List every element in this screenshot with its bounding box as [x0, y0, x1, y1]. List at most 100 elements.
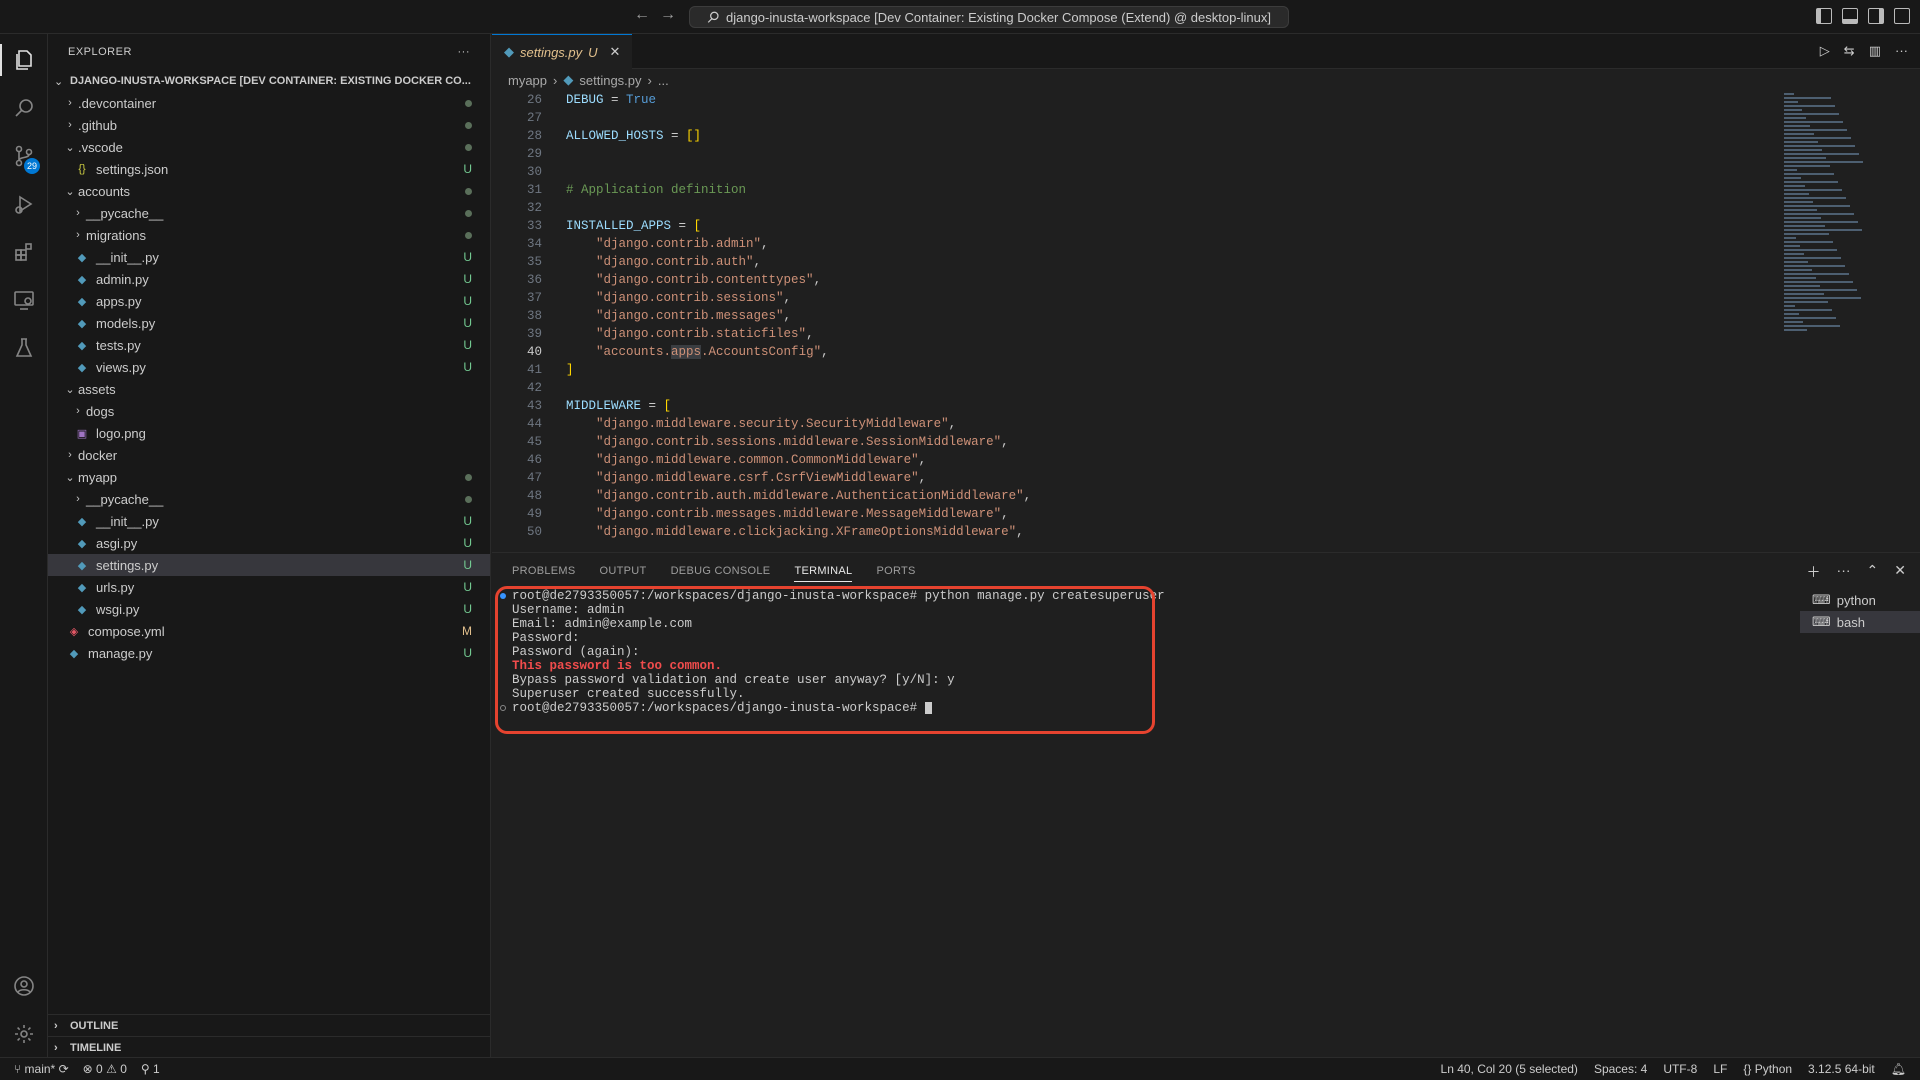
close-icon[interactable]: ✕ — [610, 44, 621, 60]
tab-output[interactable]: OUTPUT — [600, 565, 647, 577]
branch-status[interactable]: ⑂ main* ⟳ — [14, 1062, 69, 1076]
toggle-secondary-sidebar-icon[interactable] — [1868, 8, 1884, 24]
code-line[interactable]: 48 "django.contrib.auth.middleware.Authe… — [492, 487, 1792, 505]
run-debug-icon[interactable] — [0, 180, 48, 228]
code-line[interactable]: 27 — [492, 109, 1792, 127]
tree-item[interactable]: ◆ __init__.py U — [48, 246, 490, 268]
code-line[interactable]: 31 # Application definition — [492, 181, 1792, 199]
breadcrumb-item[interactable]: settings.py — [579, 73, 641, 88]
code-line[interactable]: 44 "django.middleware.security.SecurityM… — [492, 415, 1792, 433]
tree-item[interactable]: ◆ admin.py U — [48, 268, 490, 290]
tree-item[interactable]: ⌄ myapp — [48, 466, 490, 488]
code-editor[interactable]: 26 DEBUG = True 27 28 ALLOWED_HOSTS = [] 29 30… — [492, 91, 1792, 541]
toggle-panel-icon[interactable] — [1842, 8, 1858, 24]
tree-item[interactable]: ⌄ .vscode — [48, 136, 490, 158]
command-center[interactable]: django-inusta-workspace [Dev Container: … — [689, 6, 1289, 28]
toggle-primary-sidebar-icon[interactable] — [1816, 8, 1832, 24]
language-mode[interactable]: {} Python — [1743, 1062, 1792, 1076]
notifications-bell-icon[interactable]: 🔔︎ — [1891, 1062, 1906, 1076]
tree-item[interactable]: ◆ wsgi.py U — [48, 598, 490, 620]
tree-item[interactable]: ◆ __init__.py U — [48, 510, 490, 532]
tree-item[interactable]: ◆ manage.py U — [48, 642, 490, 664]
new-terminal-icon[interactable]: ＋ — [1807, 562, 1821, 582]
tree-item[interactable]: {} settings.json U — [48, 158, 490, 180]
code-line[interactable]: 39 "django.contrib.staticfiles", — [492, 325, 1792, 343]
code-line[interactable]: 41] — [492, 361, 1792, 379]
tree-item[interactable]: ◆ urls.py U — [48, 576, 490, 598]
accounts-icon[interactable] — [0, 962, 48, 1010]
encoding[interactable]: UTF-8 — [1663, 1062, 1697, 1076]
code-line[interactable]: 30 — [492, 163, 1792, 181]
line-endings[interactable]: LF — [1713, 1062, 1727, 1076]
code-line[interactable]: 49 "django.contrib.messages.middleware.M… — [492, 505, 1792, 523]
testing-icon[interactable] — [0, 324, 48, 372]
open-changes-icon[interactable]: ⇆ — [1844, 43, 1855, 59]
source-control-icon[interactable]: 29 — [0, 132, 48, 180]
code-line[interactable]: 28 ALLOWED_HOSTS = [] — [492, 127, 1792, 145]
more-actions-icon[interactable]: ··· — [1895, 43, 1908, 59]
tree-item[interactable]: › dogs — [48, 400, 490, 422]
tree-item[interactable]: ◆ tests.py U — [48, 334, 490, 356]
code-line[interactable]: 40 "accounts.apps.AccountsConfig", — [492, 343, 1792, 361]
back-button[interactable]: ← — [634, 6, 650, 24]
code-line[interactable]: 26 DEBUG = True — [492, 91, 1792, 109]
explorer-more-button[interactable]: ··· — [458, 46, 471, 58]
tree-item[interactable]: ▣ logo.png — [48, 422, 490, 444]
code-line[interactable]: 35 "django.contrib.auth", — [492, 253, 1792, 271]
tree-item[interactable]: ◈ compose.yml M — [48, 620, 490, 642]
outline-section[interactable]: › OUTLINE — [48, 1014, 491, 1036]
split-editor-icon[interactable]: ▥ — [1869, 43, 1881, 59]
tree-item[interactable]: ◆ apps.py U — [48, 290, 490, 312]
tree-item[interactable]: ◆ settings.py U — [48, 554, 490, 576]
breadcrumb-item[interactable]: myapp — [508, 73, 547, 88]
code-line[interactable]: 46 "django.middleware.common.CommonMiddl… — [492, 451, 1792, 469]
python-interpreter[interactable]: 3.12.5 64-bit — [1808, 1062, 1875, 1076]
tree-item[interactable]: ⌄ accounts — [48, 180, 490, 202]
tree-item[interactable]: ◆ views.py U — [48, 356, 490, 378]
tree-item[interactable]: ⌄ assets — [48, 378, 490, 400]
breadcrumb-item[interactable]: ... — [658, 73, 669, 88]
code-line[interactable]: 32 — [492, 199, 1792, 217]
code-line[interactable]: 45 "django.contrib.sessions.middleware.S… — [492, 433, 1792, 451]
customize-layout-icon[interactable] — [1894, 8, 1910, 24]
cursor-position[interactable]: Ln 40, Col 20 (5 selected) — [1441, 1062, 1578, 1076]
tree-item[interactable]: › __pycache__ — [48, 488, 490, 510]
code-line[interactable]: 34 "django.contrib.admin", — [492, 235, 1792, 253]
tree-item[interactable]: › __pycache__ — [48, 202, 490, 224]
code-line[interactable]: 38 "django.contrib.messages", — [492, 307, 1792, 325]
tree-item[interactable]: ◆ models.py U — [48, 312, 490, 334]
code-line[interactable]: 36 "django.contrib.contenttypes", — [492, 271, 1792, 289]
run-python-file-icon[interactable]: ▷ — [1820, 43, 1830, 59]
terminal-instance[interactable]: ⌨︎ bash — [1800, 611, 1920, 633]
code-line[interactable]: 50 "django.middleware.clickjacking.XFram… — [492, 523, 1792, 541]
code-line[interactable]: 29 — [492, 145, 1792, 163]
tab-terminal[interactable]: TERMINAL — [794, 565, 853, 582]
more-actions-icon[interactable]: ··· — [1837, 562, 1851, 582]
indentation[interactable]: Spaces: 4 — [1594, 1062, 1647, 1076]
settings-gear-icon[interactable] — [0, 1010, 48, 1058]
tab-problems[interactable]: PROBLEMS — [512, 565, 576, 577]
code-line[interactable]: 33 INSTALLED_APPS = [ — [492, 217, 1792, 235]
code-line[interactable]: 42 — [492, 379, 1792, 397]
search-icon[interactable] — [0, 84, 48, 132]
problems-status[interactable]: ⊗ 0 ⚠ 0 — [83, 1062, 127, 1076]
tree-item[interactable]: ◆ asgi.py U — [48, 532, 490, 554]
forward-button[interactable]: → — [660, 6, 676, 24]
workspace-title[interactable]: ⌄ DJANGO-INUSTA-WORKSPACE [DEV CONTAINER… — [48, 70, 490, 92]
extensions-icon[interactable] — [0, 228, 48, 276]
close-panel-icon[interactable]: ✕ — [1894, 562, 1906, 582]
tab-settings-py[interactable]: ◆ settings.py U ✕ — [492, 34, 633, 69]
tab-debug-console[interactable]: DEBUG CONSOLE — [671, 565, 771, 577]
maximize-panel-icon[interactable]: ⌃ — [1867, 562, 1879, 582]
explorer-icon[interactable] — [0, 36, 48, 84]
minimap[interactable] — [1784, 91, 1904, 371]
tab-ports[interactable]: PORTS — [876, 565, 915, 577]
timeline-section[interactable]: › TIMELINE — [48, 1036, 491, 1058]
remote-explorer-icon[interactable] — [0, 276, 48, 324]
code-line[interactable]: 37 "django.contrib.sessions", — [492, 289, 1792, 307]
tree-item[interactable]: › migrations — [48, 224, 490, 246]
code-line[interactable]: 43 MIDDLEWARE = [ — [492, 397, 1792, 415]
ports-status[interactable]: ⚲ 1 — [141, 1062, 160, 1076]
code-line[interactable]: 47 "django.middleware.csrf.CsrfViewMiddl… — [492, 469, 1792, 487]
tree-item[interactable]: › .devcontainer — [48, 92, 490, 114]
